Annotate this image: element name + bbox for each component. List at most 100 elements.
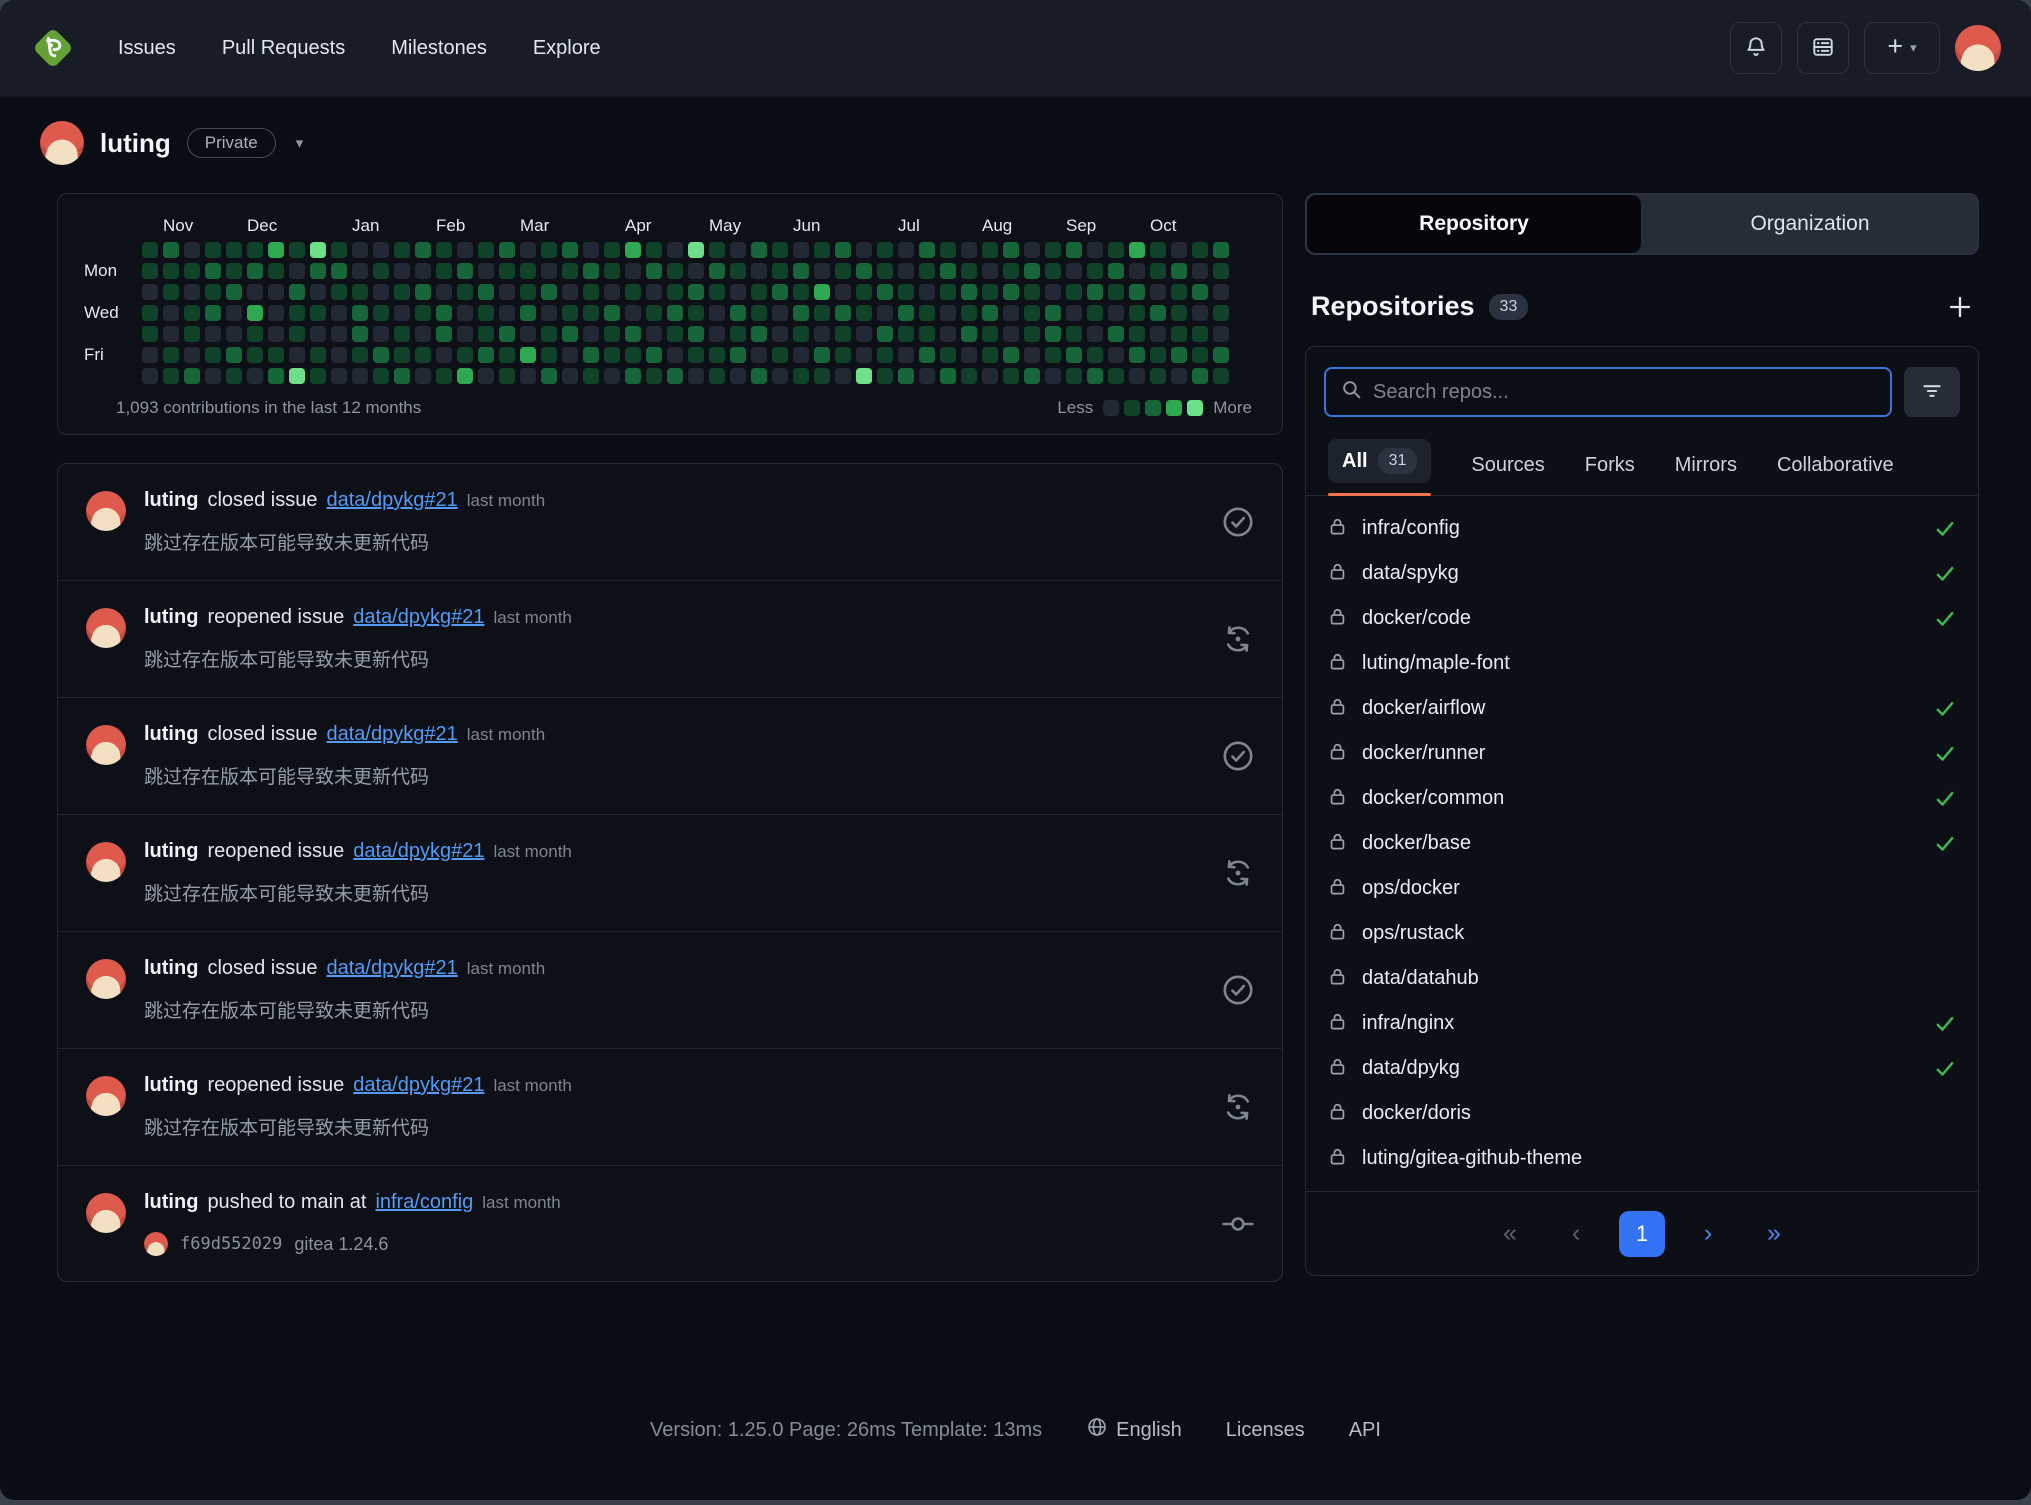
heatmap-day-cell[interactable] — [352, 305, 368, 321]
heatmap-day-cell[interactable] — [982, 368, 998, 384]
heatmap-day-cell[interactable] — [1087, 305, 1103, 321]
heatmap-day-cell[interactable] — [478, 242, 494, 258]
feed-avatar[interactable] — [86, 842, 126, 882]
heatmap-day-cell[interactable] — [520, 284, 536, 300]
heatmap-day-cell[interactable] — [604, 263, 620, 279]
heatmap-day-cell[interactable] — [499, 326, 515, 342]
nav-link-issues[interactable]: Issues — [118, 37, 176, 60]
feed-target-link[interactable]: infra/config — [375, 1191, 473, 1214]
heatmap-day-cell[interactable] — [331, 242, 347, 258]
heatmap-day-cell[interactable] — [940, 242, 956, 258]
heatmap-day-cell[interactable] — [1024, 326, 1040, 342]
heatmap-day-cell[interactable] — [1213, 242, 1229, 258]
heatmap-day-cell[interactable] — [877, 368, 893, 384]
heatmap-day-cell[interactable] — [751, 242, 767, 258]
heatmap-day-cell[interactable] — [499, 263, 515, 279]
heatmap-day-cell[interactable] — [688, 242, 704, 258]
heatmap-day-cell[interactable] — [1024, 305, 1040, 321]
language-selector[interactable]: English — [1086, 1416, 1182, 1444]
heatmap-day-cell[interactable] — [1129, 263, 1145, 279]
heatmap-day-cell[interactable] — [583, 242, 599, 258]
profile-avatar[interactable] — [40, 121, 84, 165]
heatmap-day-cell[interactable] — [688, 347, 704, 363]
heatmap-day-cell[interactable] — [961, 242, 977, 258]
heatmap-day-cell[interactable] — [415, 347, 431, 363]
heatmap-day-cell[interactable] — [814, 284, 830, 300]
heatmap-day-cell[interactable] — [268, 347, 284, 363]
heatmap-day-cell[interactable] — [772, 284, 788, 300]
heatmap-day-cell[interactable] — [457, 347, 473, 363]
heatmap-day-cell[interactable] — [835, 347, 851, 363]
heatmap-day-cell[interactable] — [730, 326, 746, 342]
heatmap-day-cell[interactable] — [163, 326, 179, 342]
heatmap-day-cell[interactable] — [457, 284, 473, 300]
repo-name-link[interactable]: ops/docker — [1362, 877, 1460, 900]
heatmap-day-cell[interactable] — [1045, 326, 1061, 342]
heatmap-day-cell[interactable] — [1192, 326, 1208, 342]
heatmap-day-cell[interactable] — [646, 263, 662, 279]
heatmap-day-cell[interactable] — [268, 242, 284, 258]
repo-list-item[interactable]: ops/docker — [1306, 866, 1978, 911]
feed-username-link[interactable]: luting — [144, 840, 198, 863]
heatmap-day-cell[interactable] — [856, 347, 872, 363]
heatmap-day-cell[interactable] — [961, 263, 977, 279]
heatmap-day-cell[interactable] — [646, 284, 662, 300]
heatmap-day-cell[interactable] — [1087, 326, 1103, 342]
heatmap-day-cell[interactable] — [562, 242, 578, 258]
heatmap-day-cell[interactable] — [793, 242, 809, 258]
heatmap-day-cell[interactable] — [205, 326, 221, 342]
nav-link-pull-requests[interactable]: Pull Requests — [222, 37, 345, 60]
heatmap-day-cell[interactable] — [289, 242, 305, 258]
heatmap-day-cell[interactable] — [877, 326, 893, 342]
heatmap-day-cell[interactable] — [856, 305, 872, 321]
heatmap-day-cell[interactable] — [961, 347, 977, 363]
heatmap-day-cell[interactable] — [688, 284, 704, 300]
heatmap-day-cell[interactable] — [604, 326, 620, 342]
heatmap-day-cell[interactable] — [541, 242, 557, 258]
heatmap-day-cell[interactable] — [835, 284, 851, 300]
heatmap-day-cell[interactable] — [772, 242, 788, 258]
heatmap-day-cell[interactable] — [394, 347, 410, 363]
heatmap-day-cell[interactable] — [1213, 263, 1229, 279]
feed-username-link[interactable]: luting — [144, 1191, 198, 1214]
heatmap-day-cell[interactable] — [793, 326, 809, 342]
heatmap-day-cell[interactable] — [1003, 326, 1019, 342]
heatmap-day-cell[interactable] — [310, 368, 326, 384]
heatmap-day-cell[interactable] — [898, 347, 914, 363]
heatmap-day-cell[interactable] — [205, 263, 221, 279]
heatmap-day-cell[interactable] — [751, 263, 767, 279]
heatmap-day-cell[interactable] — [583, 347, 599, 363]
heatmap-day-cell[interactable] — [184, 242, 200, 258]
user-avatar[interactable] — [1955, 25, 2001, 71]
heatmap-day-cell[interactable] — [352, 242, 368, 258]
heatmap-day-cell[interactable] — [1129, 368, 1145, 384]
heatmap-day-cell[interactable] — [457, 305, 473, 321]
heatmap-day-cell[interactable] — [1192, 347, 1208, 363]
heatmap-day-cell[interactable] — [352, 284, 368, 300]
heatmap-day-cell[interactable] — [1108, 305, 1124, 321]
heatmap-day-cell[interactable] — [184, 368, 200, 384]
heatmap-day-cell[interactable] — [562, 263, 578, 279]
repo-list-item[interactable]: ops/rustack — [1306, 911, 1978, 956]
heatmap-day-cell[interactable] — [730, 368, 746, 384]
tab-organization[interactable]: Organization — [1642, 194, 1978, 254]
heatmap-day-cell[interactable] — [457, 242, 473, 258]
heatmap-day-cell[interactable] — [604, 284, 620, 300]
heatmap-day-cell[interactable] — [247, 326, 263, 342]
heatmap-day-cell[interactable] — [898, 284, 914, 300]
heatmap-day-cell[interactable] — [184, 263, 200, 279]
heatmap-day-cell[interactable] — [793, 347, 809, 363]
heatmap-day-cell[interactable] — [520, 263, 536, 279]
heatmap-day-cell[interactable] — [646, 368, 662, 384]
heatmap-day-cell[interactable] — [394, 242, 410, 258]
heatmap-day-cell[interactable] — [436, 305, 452, 321]
heatmap-day-cell[interactable] — [982, 305, 998, 321]
heatmap-day-cell[interactable] — [394, 284, 410, 300]
nav-link-explore[interactable]: Explore — [533, 37, 601, 60]
heatmap-day-cell[interactable] — [1066, 263, 1082, 279]
pagination-last-button[interactable]: » — [1751, 1211, 1797, 1257]
heatmap-day-cell[interactable] — [793, 263, 809, 279]
heatmap-day-cell[interactable] — [205, 368, 221, 384]
api-link[interactable]: API — [1349, 1419, 1381, 1442]
heatmap-day-cell[interactable] — [247, 347, 263, 363]
